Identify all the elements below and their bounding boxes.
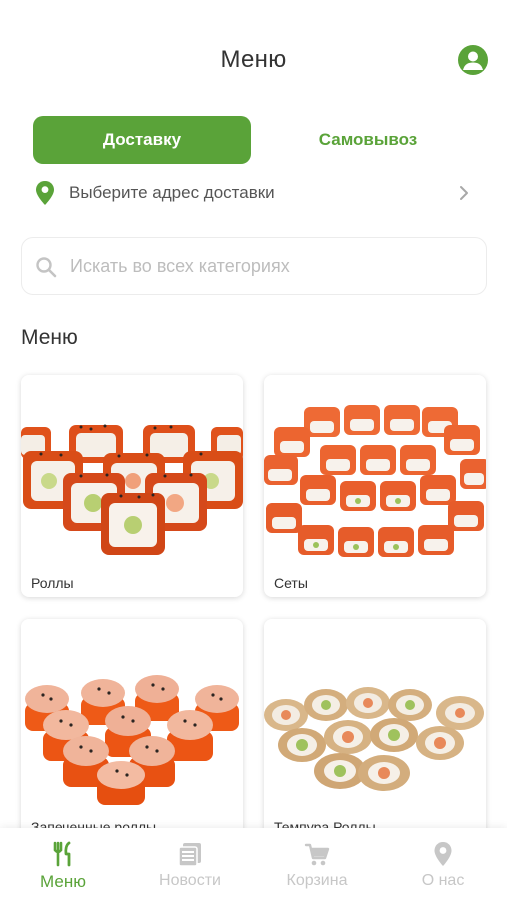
pickup-button[interactable]: Самовывоз [263, 116, 473, 164]
cart-icon [304, 843, 330, 866]
map-pin-icon [434, 842, 452, 866]
rolls-image [21, 375, 243, 567]
tab-cart[interactable]: Корзина [254, 828, 380, 900]
profile-button[interactable] [458, 45, 488, 75]
tab-label: Новости [159, 872, 221, 889]
tab-about[interactable]: О нас [380, 828, 506, 900]
search-icon [36, 257, 57, 278]
news-icon [178, 843, 201, 867]
bottom-tab-bar: Меню Новости Корзина О нас [0, 828, 507, 900]
delivery-mode-toggle: Доставку Самовывоз [33, 116, 473, 164]
category-card-sets[interactable]: Сеты [264, 375, 486, 597]
tab-label: Меню [40, 872, 86, 891]
tab-news[interactable]: Новости [127, 828, 253, 900]
delivery-button[interactable]: Доставку [33, 116, 251, 164]
fork-knife-icon [53, 841, 71, 867]
category-label: Сеты [274, 575, 308, 591]
category-card-rolls[interactable]: Роллы [21, 375, 243, 597]
sets-image [264, 375, 486, 567]
tab-label: Корзина [286, 872, 348, 889]
search-bar [21, 237, 487, 295]
tempura-rolls-image [264, 619, 486, 811]
category-label: Роллы [31, 575, 74, 591]
search-input[interactable] [70, 248, 470, 284]
baked-rolls-image [21, 619, 243, 811]
category-card-baked-rolls[interactable]: Запеченные роллы [21, 619, 243, 841]
category-card-tempura-rolls[interactable]: Темпура Роллы [264, 619, 486, 841]
tab-menu[interactable]: Меню [0, 828, 126, 900]
page-title: Меню [220, 46, 287, 73]
header: Меню [0, 0, 507, 110]
menu-section-title: Меню [21, 326, 78, 349]
app-screen: Меню Доставку Самовывоз Выберите адрес д… [0, 0, 507, 900]
location-pin-icon [36, 181, 54, 205]
tab-label: О нас [421, 872, 465, 889]
chevron-right-icon [460, 186, 468, 200]
user-icon [463, 51, 483, 70]
address-prompt: Выберите адрес доставки [69, 183, 275, 202]
address-selector[interactable]: Выберите адрес доставки [33, 178, 475, 208]
